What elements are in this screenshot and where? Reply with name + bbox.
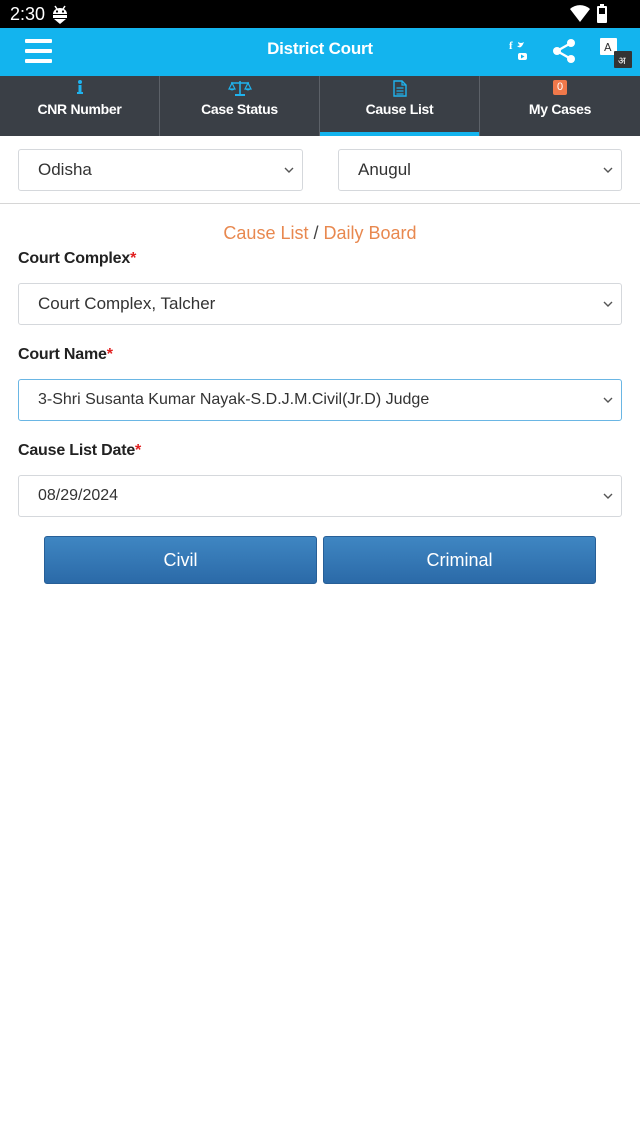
share-icon[interactable]: [551, 38, 577, 64]
required-marker: *: [135, 442, 142, 459]
svg-text:f: f: [509, 40, 513, 52]
required-marker: *: [130, 250, 137, 267]
tab-cnr-number[interactable]: CNR Number: [0, 76, 160, 136]
wifi-icon: [570, 5, 590, 22]
svg-text:अ: अ: [618, 56, 626, 67]
court-complex-label: Court Complex*: [18, 250, 137, 267]
android-notification-icon: [53, 5, 67, 24]
heading-separator: /: [313, 223, 319, 243]
court-complex-select[interactable]: Court Complex, Talcher: [18, 283, 622, 325]
app-bar: District Court f A अ: [0, 28, 640, 76]
tab-cause-list[interactable]: Cause List: [320, 76, 480, 136]
state-select[interactable]: Odisha: [18, 149, 303, 191]
scale-icon: [227, 81, 252, 96]
court-name-label: Court Name*: [18, 346, 113, 363]
battery-icon: [597, 4, 607, 23]
social-icon[interactable]: f: [509, 37, 537, 65]
page-heading: Cause List / Daily Board: [0, 223, 640, 244]
state-select-value: Odisha: [38, 160, 92, 179]
chevron-down-icon: [603, 397, 613, 403]
cause-list-date-value: 08/29/2024: [38, 487, 119, 504]
court-name-select[interactable]: 3-Shri Susanta Kumar Nayak-S.D.J.M.Civil…: [18, 379, 622, 421]
civil-button[interactable]: Civil: [44, 536, 317, 584]
chevron-down-icon: [284, 167, 294, 173]
cause-list-date-select[interactable]: 08/29/2024: [18, 475, 622, 517]
chevron-down-icon: [603, 301, 613, 307]
tab-case-status[interactable]: Case Status: [160, 76, 320, 136]
divider: [0, 203, 640, 204]
tab-label: Cause List: [365, 101, 434, 117]
translate-icon[interactable]: A अ: [600, 38, 634, 72]
info-icon: [76, 80, 83, 94]
heading-cause-list: Cause List: [223, 223, 309, 243]
svg-text:A: A: [604, 41, 612, 54]
district-select-value: Anugul: [358, 160, 411, 179]
my-cases-count-badge: 0: [553, 80, 567, 95]
court-name-value: 3-Shri Susanta Kumar Nayak-S.D.J.M.Civil…: [38, 391, 430, 408]
court-complex-value: Court Complex, Talcher: [38, 294, 216, 313]
chevron-down-icon: [603, 493, 613, 499]
tab-my-cases[interactable]: 0 My Cases: [480, 76, 640, 136]
tab-label: Case Status: [201, 101, 278, 117]
cause-list-date-label: Cause List Date*: [18, 442, 142, 459]
tab-bar: CNR Number Case Status Cause List 0 My C…: [0, 76, 640, 136]
tab-label: CNR Number: [37, 101, 122, 117]
tab-label: My Cases: [528, 101, 592, 117]
chevron-down-icon: [603, 167, 613, 173]
app-title: District Court: [267, 39, 373, 58]
status-bar: 2:30: [0, 0, 640, 28]
criminal-button[interactable]: Criminal: [323, 536, 596, 584]
heading-daily-board: Daily Board: [323, 223, 417, 243]
document-icon: [392, 80, 407, 97]
status-time: 2:30: [10, 4, 46, 24]
district-select[interactable]: Anugul: [338, 149, 622, 191]
required-marker: *: [106, 346, 113, 363]
